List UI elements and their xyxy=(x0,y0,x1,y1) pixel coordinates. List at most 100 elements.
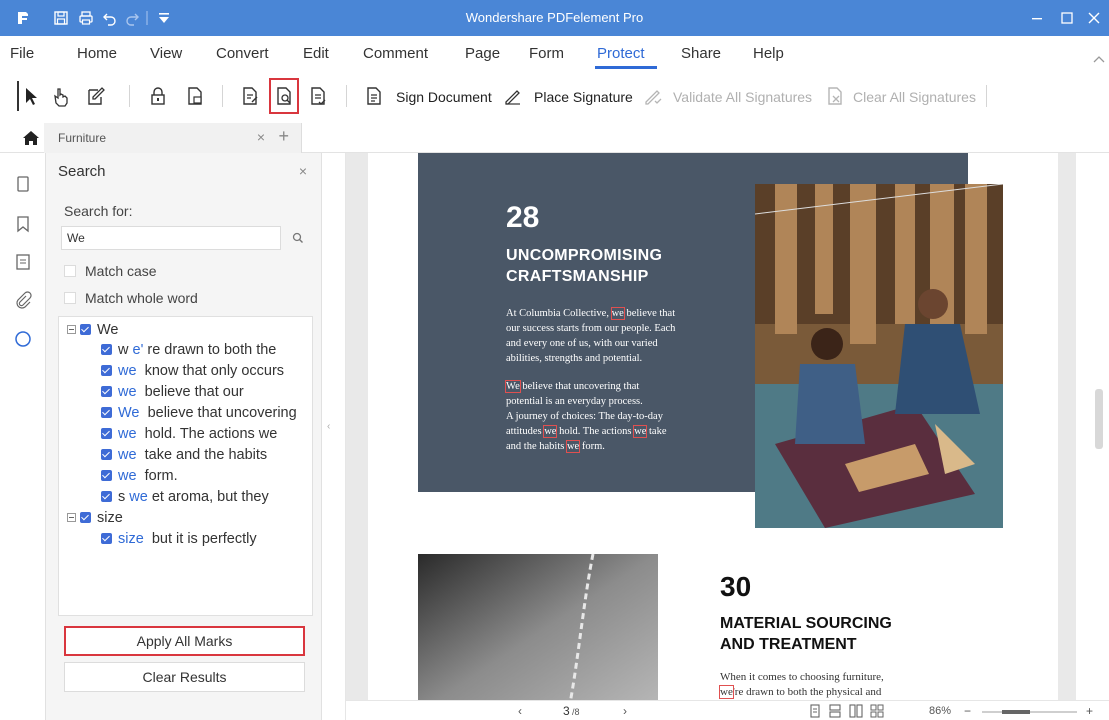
result-keyword: we xyxy=(118,467,137,484)
comments-icon[interactable] xyxy=(14,253,32,271)
result-checkbox[interactable] xyxy=(101,428,112,439)
group-checkbox[interactable] xyxy=(80,324,91,335)
clear-signatures-icon[interactable] xyxy=(823,81,847,111)
result-group-size[interactable]: size xyxy=(67,507,123,528)
search-result-item[interactable]: size but it is perfectly xyxy=(101,528,257,549)
maximize-button[interactable] xyxy=(1053,6,1081,30)
search-result-item[interactable]: we know that only occurs xyxy=(101,360,284,381)
menu-comment[interactable]: Comment xyxy=(363,45,428,62)
search-input[interactable] xyxy=(61,226,281,250)
search-result-item[interactable]: w e' re drawn to both the xyxy=(101,339,276,360)
result-checkbox[interactable] xyxy=(101,386,112,397)
search-result-item[interactable]: we take and the habits xyxy=(101,444,267,465)
panel-collapse-strip[interactable]: ‹ xyxy=(322,153,346,720)
menu-form[interactable]: Form xyxy=(529,45,564,62)
match-whole-word-checkbox[interactable] xyxy=(64,292,76,304)
password-lock-icon[interactable] xyxy=(146,81,170,111)
text-line: abilities, strengths and potential. xyxy=(506,353,643,364)
result-checkbox[interactable] xyxy=(101,533,112,544)
result-context: but it is perfectly xyxy=(151,530,257,547)
minimize-button[interactable] xyxy=(1023,6,1051,30)
match-case-option[interactable]: Match case xyxy=(64,263,157,279)
menu-view[interactable]: View xyxy=(150,45,182,62)
collapse-toggle-icon[interactable] xyxy=(67,513,76,522)
hand-tool-icon[interactable] xyxy=(50,81,74,111)
zoom-level[interactable]: 86% xyxy=(929,705,951,717)
two-page-view-icon[interactable] xyxy=(849,704,863,718)
result-group-we[interactable]: We xyxy=(67,319,119,340)
search-and-redact-icon[interactable] xyxy=(269,78,299,114)
continuous-view-icon[interactable] xyxy=(828,704,842,718)
collapse-toggle-icon[interactable] xyxy=(67,325,76,334)
menu-page[interactable]: Page xyxy=(465,45,500,62)
result-checkbox[interactable] xyxy=(101,365,112,376)
sign-document-button[interactable]: Sign Document xyxy=(396,89,492,105)
search-match-mark: we xyxy=(610,307,625,320)
apply-all-marks-button[interactable]: Apply All Marks xyxy=(64,626,305,656)
previous-page-button[interactable]: ‹ xyxy=(518,704,522,718)
bookmark-icon[interactable] xyxy=(14,215,32,233)
validate-all-signatures-button[interactable]: Validate All Signatures xyxy=(673,89,812,105)
close-window-button[interactable] xyxy=(1080,6,1108,30)
zoom-slider-handle[interactable] xyxy=(1002,710,1030,714)
vertical-scrollbar[interactable] xyxy=(1076,153,1109,700)
zoom-slider[interactable] xyxy=(982,710,1077,714)
search-result-item[interactable]: we hold. The actions we xyxy=(101,423,277,444)
collapse-ribbon-icon[interactable] xyxy=(1093,50,1105,63)
menu-protect[interactable]: Protect xyxy=(597,45,645,62)
menu-convert[interactable]: Convert xyxy=(216,45,269,62)
menu-edit[interactable]: Edit xyxy=(303,45,329,62)
collapse-arrow-icon[interactable]: ‹ xyxy=(327,421,330,432)
scrollbar-thumb[interactable] xyxy=(1095,389,1103,449)
menu-help[interactable]: Help xyxy=(753,45,784,62)
place-signature-icon[interactable] xyxy=(501,81,525,111)
single-page-view-icon[interactable] xyxy=(808,704,822,718)
result-checkbox[interactable] xyxy=(101,470,112,481)
match-case-checkbox[interactable] xyxy=(64,265,76,277)
menu-file[interactable]: File xyxy=(10,45,34,62)
search-match-mark: We xyxy=(505,380,521,393)
match-whole-word-option[interactable]: Match whole word xyxy=(64,290,198,306)
sign-document-icon[interactable] xyxy=(362,81,386,111)
result-checkbox[interactable] xyxy=(101,491,112,502)
match-case-label: Match case xyxy=(85,263,157,279)
result-keyword: we xyxy=(118,362,137,379)
search-result-item[interactable]: we believe that our xyxy=(101,381,244,402)
thumbnails-icon[interactable] xyxy=(14,175,32,193)
apply-redaction-icon[interactable] xyxy=(306,81,330,111)
search-result-item[interactable]: we form. xyxy=(101,465,178,486)
home-icon[interactable] xyxy=(22,129,40,147)
zoom-out-button[interactable]: − xyxy=(964,704,971,718)
result-checkbox[interactable] xyxy=(101,449,112,460)
result-checkbox[interactable] xyxy=(101,344,112,355)
next-page-button[interactable]: › xyxy=(623,704,627,718)
section-heading: MATERIAL SOURCING AND TREATMENT xyxy=(720,613,892,655)
search-result-item[interactable]: s we et aroma, but they xyxy=(101,486,269,507)
menu-home[interactable]: Home xyxy=(77,45,117,62)
result-checkbox[interactable] xyxy=(101,407,112,418)
current-page[interactable]: 3 xyxy=(563,704,570,718)
place-signature-button[interactable]: Place Signature xyxy=(534,89,633,105)
clear-results-button[interactable]: Clear Results xyxy=(64,662,305,692)
search-result-item[interactable]: We believe that uncovering xyxy=(101,402,297,423)
menu-share[interactable]: Share xyxy=(681,45,721,62)
new-tab-button[interactable]: + xyxy=(278,126,289,147)
close-tab-button[interactable]: × xyxy=(257,129,265,145)
permission-document-icon[interactable] xyxy=(183,81,207,111)
attachment-icon[interactable] xyxy=(14,291,32,309)
edit-tool-icon[interactable] xyxy=(84,81,108,111)
validate-signatures-icon[interactable] xyxy=(641,81,665,111)
zoom-in-button[interactable]: + xyxy=(1086,704,1093,718)
search-panel-icon[interactable] xyxy=(14,330,32,348)
section-number: 30 xyxy=(720,571,752,602)
search-icon[interactable] xyxy=(291,231,305,245)
redact-document-icon[interactable] xyxy=(238,81,262,111)
grid-view-icon[interactable] xyxy=(870,704,884,718)
close-search-panel-button[interactable]: × xyxy=(299,163,307,179)
select-tool-icon[interactable] xyxy=(17,81,43,111)
group-checkbox[interactable] xyxy=(80,512,91,523)
clear-all-signatures-button[interactable]: Clear All Signatures xyxy=(853,89,976,105)
document-canvas[interactable]: 28 UNCOMPROMISING CRAFTSMANSHIP At Colum… xyxy=(346,153,1076,700)
body-paragraph: When it comes to choosing furniture, we'… xyxy=(719,670,884,700)
document-tab[interactable]: Furniture × + xyxy=(44,123,302,153)
